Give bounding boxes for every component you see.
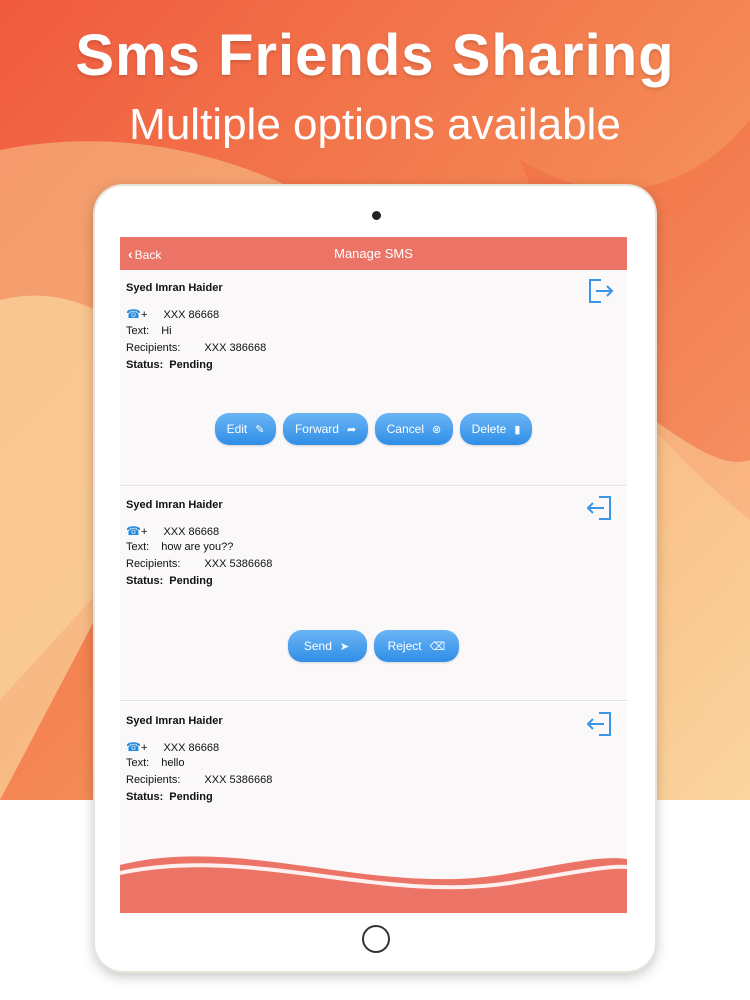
home-button[interactable] — [362, 925, 390, 953]
recipients-label: Recipients: — [126, 342, 181, 354]
recipients-row: Recipients: XXX 5386668 — [126, 774, 272, 786]
status-value: Pending — [169, 575, 213, 587]
share-icon: ➦ — [346, 424, 357, 436]
phone-icon: ☎ — [126, 524, 141, 538]
footer-wave — [120, 845, 627, 913]
reject-label: Reject — [387, 639, 422, 653]
message-text: hello — [161, 757, 185, 769]
status-row: Status: Pending — [126, 791, 213, 803]
login-icon[interactable] — [585, 709, 615, 739]
phone-number: XXX 86668 — [163, 526, 220, 538]
phone-row: ☎+ XXX 86668 — [126, 740, 219, 754]
sms-card: Syed Imran Haider ☎+ XXX 86668 Text: how a… — [120, 487, 627, 701]
trash-icon: ▮ — [514, 424, 521, 436]
status-value: Pending — [169, 791, 213, 803]
status-label: Status: — [126, 359, 164, 371]
promo-subtitle: Multiple options available — [129, 100, 621, 149]
phone-number: XXX 86668 — [163, 742, 220, 754]
backspace-icon: ⌫ — [429, 641, 446, 653]
login-icon[interactable] — [585, 493, 615, 523]
edit-button[interactable]: Edit ✎ — [214, 413, 277, 445]
phone-icon: ☎ — [126, 740, 141, 754]
sender-name: Syed Imran Haider — [126, 282, 223, 294]
logout-icon[interactable] — [585, 276, 615, 306]
navigation-bar: ‹ Back Manage SMS — [120, 237, 627, 270]
recipients-row: Recipients: XXX 386668 — [126, 342, 266, 354]
text-label: Text: — [126, 325, 150, 337]
app-screen: ‹ Back Manage SMS Syed Imran Haider ☎+ XXX… — [120, 237, 627, 913]
recipients-value: XXX 5386668 — [204, 558, 273, 570]
action-buttons: Send ➤ Reject ⌫ — [120, 630, 627, 662]
close-circle-icon: ⊗ — [431, 424, 442, 436]
pencil-icon: ✎ — [255, 424, 265, 436]
send-label: Send — [303, 639, 332, 653]
status-label: Status: — [126, 791, 164, 803]
recipients-label: Recipients: — [126, 558, 181, 570]
cancel-button[interactable]: Cancel ⊗ — [374, 413, 454, 445]
forward-label: Forward — [294, 422, 339, 436]
phone-prefix: + — [141, 526, 148, 538]
cancel-label: Cancel — [386, 422, 424, 436]
phone-row: ☎+ XXX 86668 — [126, 307, 219, 321]
edit-label: Edit — [226, 422, 248, 436]
status-label: Status: — [126, 575, 164, 587]
text-row: Text: how are you?? — [126, 541, 233, 553]
message-text: Hi — [161, 325, 172, 337]
message-text: how are you?? — [161, 541, 234, 553]
recipients-value: XXX 386668 — [204, 342, 267, 354]
sms-card: Syed Imran Haider ☎+ XXX 86668 Text: hello… — [120, 703, 627, 846]
delete-label: Delete — [471, 422, 507, 436]
sender-name: Syed Imran Haider — [126, 715, 223, 727]
text-label: Text: — [126, 541, 150, 553]
sms-card: Syed Imran Haider ☎+ XXX 86668 Text: Hi Re… — [120, 270, 627, 486]
status-row: Status: Pending — [126, 359, 213, 371]
sender-name: Syed Imran Haider — [126, 499, 223, 511]
phone-icon: ☎ — [126, 307, 141, 321]
reject-button[interactable]: Reject ⌫ — [373, 630, 460, 662]
action-buttons: Edit ✎ Forward ➦ Cancel ⊗ Delete ▮ — [120, 413, 627, 445]
text-row: Text: Hi — [126, 325, 172, 337]
recipients-row: Recipients: XXX 5386668 — [126, 558, 272, 570]
forward-button[interactable]: Forward ➦ — [282, 413, 369, 445]
recipients-value: XXX 5386668 — [204, 774, 273, 786]
phone-row: ☎+ XXX 86668 — [126, 524, 219, 538]
text-label: Text: — [126, 757, 150, 769]
delete-button[interactable]: Delete ▮ — [459, 413, 533, 445]
paper-plane-icon: ➤ — [339, 641, 350, 653]
camera-icon — [372, 211, 381, 220]
text-row: Text: hello — [126, 757, 184, 769]
phone-prefix: + — [141, 742, 148, 754]
promo-title: Sms Friends Sharing — [75, 23, 675, 88]
recipients-label: Recipients: — [126, 774, 181, 786]
page-title: Manage SMS — [334, 246, 413, 261]
status-value: Pending — [169, 359, 213, 371]
phone-number: XXX 86668 — [163, 309, 220, 321]
phone-prefix: + — [141, 309, 148, 321]
send-button[interactable]: Send ➤ — [287, 630, 368, 662]
status-row: Status: Pending — [126, 575, 213, 587]
